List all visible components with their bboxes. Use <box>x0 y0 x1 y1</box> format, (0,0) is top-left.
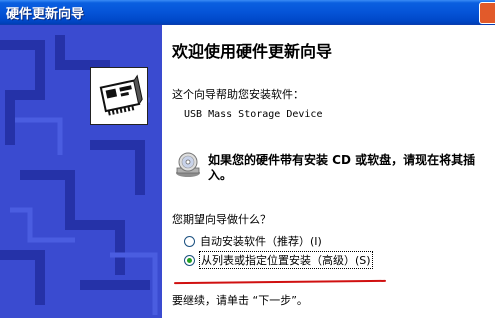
radio-list-install[interactable] <box>184 254 195 266</box>
hardware-board-icon <box>90 67 148 125</box>
radio-auto-install[interactable] <box>184 235 195 247</box>
question-text: 您期望向导做什么？ <box>172 213 271 226</box>
cd-disk-icon <box>174 151 202 179</box>
annotation-underline <box>173 279 387 285</box>
cd-notice: 如果您的硬件带有安装 CD 或软盘，请现在将其插入。 <box>208 153 476 182</box>
intro-text: 这个向导帮助您安装软件： <box>172 88 304 101</box>
option-list-install-label: 从列表或指定位置安装（高级）(S) <box>199 251 373 269</box>
wizard-sidebar-graphic <box>0 25 162 318</box>
window-title: 硬件更新向导 <box>6 7 85 22</box>
option-auto-install-label: 自动安装软件（推荐）(I) <box>200 235 322 248</box>
device-name: USB Mass Storage Device <box>184 109 323 120</box>
continue-text: 要继续，请单击 “下一步”。 <box>172 294 308 307</box>
option-auto-install[interactable]: 自动安装软件（推荐）(I) <box>184 233 322 249</box>
option-list-install[interactable]: 从列表或指定位置安装（高级）(S) <box>184 251 373 269</box>
close-icon[interactable] <box>479 2 495 24</box>
wizard-window: 硬件更新向导 欢迎使用硬件更新向导 这个向导帮助您安装软件： USB Mass … <box>0 0 495 318</box>
wizard-content: 欢迎使用硬件更新向导 这个向导帮助您安装软件： USB Mass Storage… <box>162 25 495 318</box>
page-title: 欢迎使用硬件更新向导 <box>172 42 333 61</box>
title-bar[interactable]: 硬件更新向导 <box>0 0 495 25</box>
